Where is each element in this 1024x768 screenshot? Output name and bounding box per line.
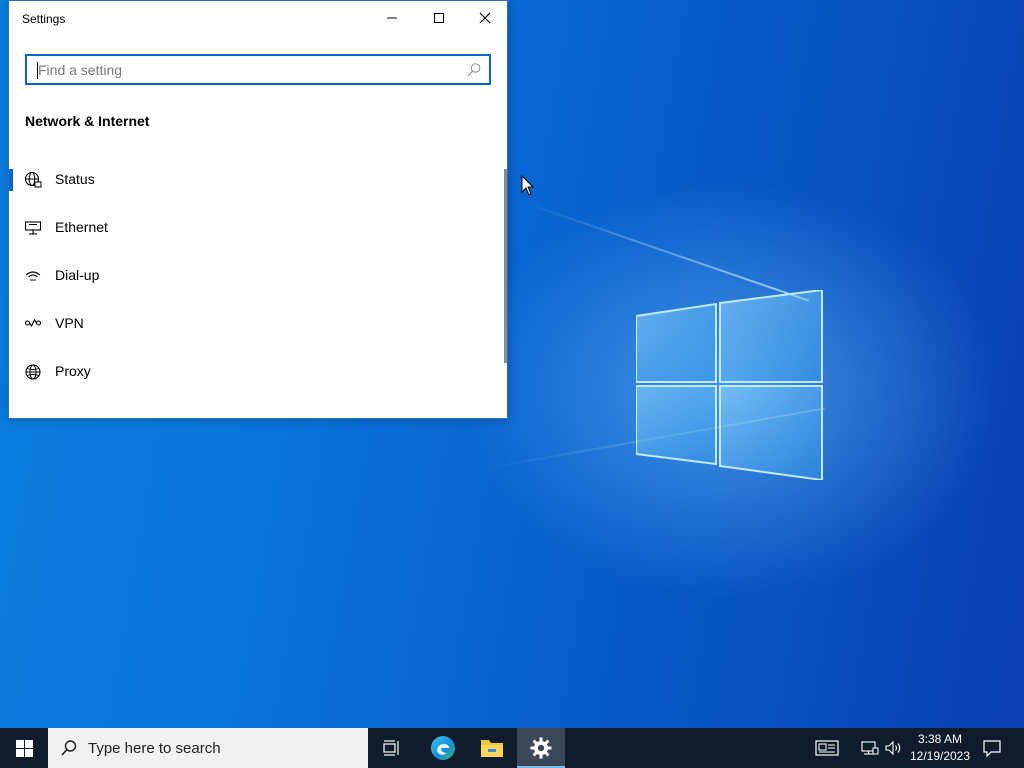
- edge-icon: [431, 736, 455, 760]
- start-button[interactable]: [0, 728, 48, 768]
- task-view-button[interactable]: [368, 728, 416, 768]
- ethernet-icon: [24, 221, 42, 235]
- taskbar: Type here to search 3:38 AM 12/19/2023: [0, 728, 1024, 768]
- nav-item-dial-up[interactable]: Dial-up: [9, 257, 503, 297]
- scrollbar-thumb[interactable]: [504, 169, 507, 363]
- news-icon: [815, 740, 839, 756]
- vpn-icon: [24, 318, 42, 328]
- nav-item-label: Dial-up: [55, 267, 100, 283]
- settings-window: Settings Find a setting Network & Intern…: [8, 0, 508, 419]
- taskbar-search-text: Type here to search: [88, 740, 221, 757]
- globe-network-icon: [24, 171, 42, 188]
- nav-item-proxy[interactable]: Proxy: [9, 353, 503, 393]
- minimize-button[interactable]: [369, 1, 415, 35]
- volume-tray-button[interactable]: [882, 728, 906, 768]
- section-title: Network & Internet: [25, 113, 150, 129]
- clock-time: 3:38 AM: [917, 732, 963, 746]
- file-explorer-icon: [481, 740, 503, 757]
- maximize-button[interactable]: [416, 1, 462, 35]
- search-icon[interactable]: [466, 62, 482, 78]
- nav-item-label: VPN: [55, 315, 84, 331]
- settings-gear-icon: [530, 737, 552, 759]
- find-setting-input[interactable]: Find a setting: [25, 54, 491, 85]
- taskbar-search-box[interactable]: Type here to search: [48, 728, 368, 768]
- nav-item-label: Ethernet: [55, 219, 108, 235]
- file-explorer-button[interactable]: [468, 728, 516, 768]
- minimize-icon: [387, 17, 397, 19]
- settings-taskbar-button[interactable]: [517, 728, 565, 768]
- task-view-icon: [383, 740, 399, 756]
- window-title: Settings: [22, 12, 66, 26]
- news-button[interactable]: [810, 728, 844, 768]
- search-placeholder: Find a setting: [38, 62, 123, 78]
- taskbar-clock[interactable]: 3:38 AM 12/19/2023: [905, 731, 975, 765]
- selected-indicator: [9, 169, 13, 191]
- nav-item-status[interactable]: Status: [9, 161, 503, 201]
- close-icon: [479, 12, 491, 24]
- nav-item-vpn[interactable]: VPN: [9, 305, 503, 345]
- nav-item-label: Proxy: [55, 363, 91, 379]
- windows-start-icon: [15, 739, 33, 757]
- dial-up-icon: [25, 271, 41, 281]
- mouse-cursor-icon: [521, 175, 535, 196]
- nav-item-ethernet[interactable]: Ethernet: [9, 209, 503, 249]
- network-tray-button[interactable]: [858, 728, 882, 768]
- action-center-icon: [983, 740, 1001, 757]
- nav-item-label: Status: [55, 171, 95, 187]
- search-icon: [61, 740, 77, 756]
- edge-button[interactable]: [419, 728, 467, 768]
- maximize-icon: [434, 13, 444, 23]
- action-center-button[interactable]: [976, 728, 1008, 768]
- clock-date: 12/19/2023: [909, 749, 971, 763]
- windows-logo: [636, 290, 823, 480]
- title-bar[interactable]: Settings: [9, 1, 507, 35]
- volume-icon: [885, 740, 901, 756]
- network-icon: [861, 741, 879, 755]
- light-beam: [524, 202, 809, 302]
- close-button[interactable]: [462, 1, 508, 35]
- globe-icon: [25, 364, 41, 380]
